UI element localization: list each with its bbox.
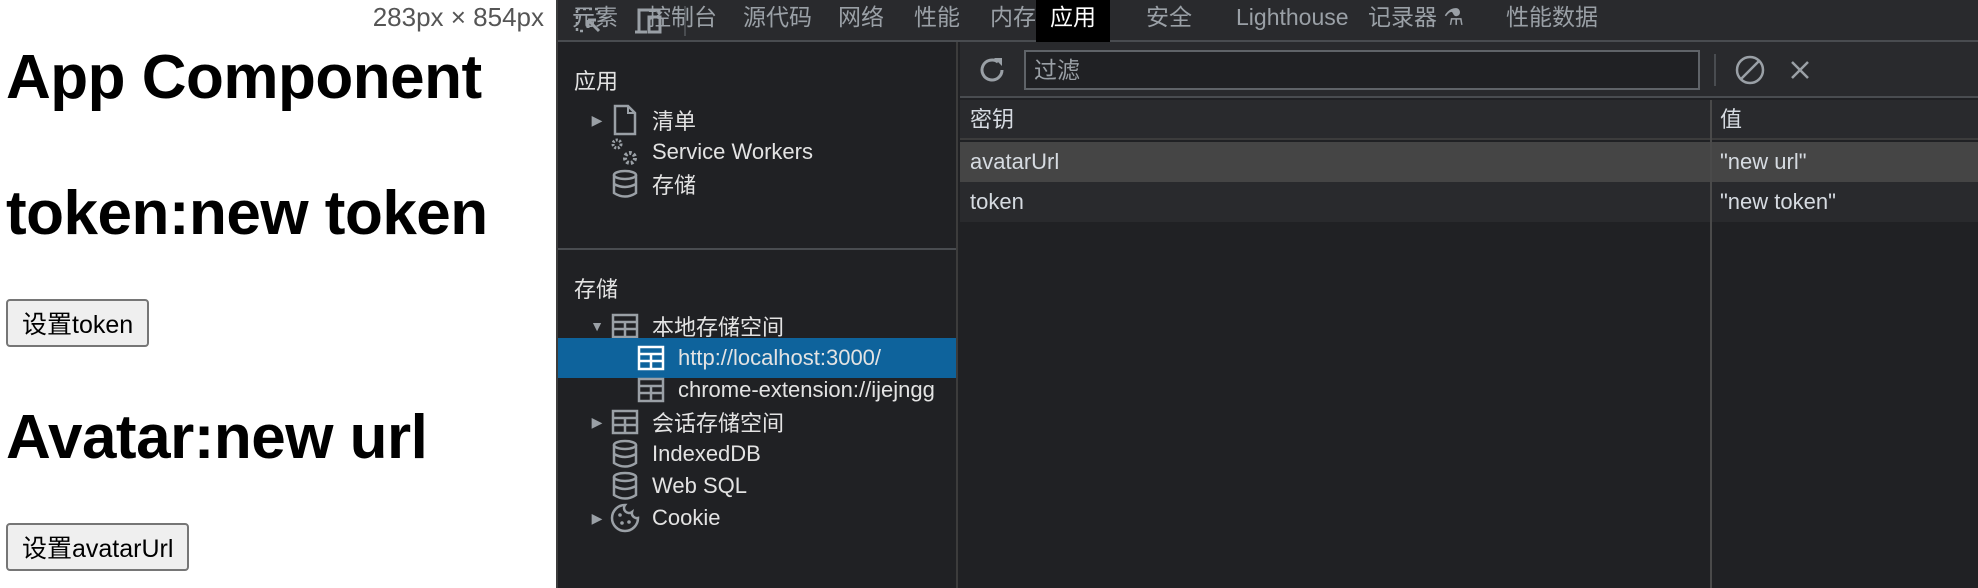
tab-0[interactable]: 元素 <box>558 0 632 42</box>
tab-3[interactable]: 网络 <box>824 0 898 42</box>
sidebar-item-label: IndexedDB <box>652 441 761 466</box>
expand-triangle-icon[interactable]: ▶ <box>590 112 604 129</box>
collapse-triangle-icon[interactable]: ▼ <box>590 318 604 334</box>
toolbar-divider <box>1714 54 1716 86</box>
set-token-button[interactable]: 设置token <box>6 299 150 347</box>
sidebar-item-cookie[interactable]: ▶ Cookie <box>558 498 956 538</box>
devtools-panel: 元素 控制台 源代码 网络 性能 内存 应用 安全 Lighthouse 记录器 ⚗ 性能数据 应用… <box>556 0 1978 588</box>
page-viewport: 283px × 854px App Component token:new to… <box>0 0 556 588</box>
filter-input[interactable] <box>1024 50 1700 90</box>
avatar-heading: Avatar:new url <box>6 403 428 472</box>
row-value[interactable]: "new token" <box>1710 182 1978 222</box>
storage-toolbar <box>960 42 1978 98</box>
cookie-icon <box>608 501 642 535</box>
table-row[interactable]: token "new token" <box>960 182 1978 222</box>
devtools-tab-bar: 元素 控制台 源代码 网络 性能 内存 应用 安全 Lighthouse 记录器 ⚗ 性能数据 <box>558 0 1978 42</box>
sidebar-item-label: Service Workers <box>652 139 813 164</box>
tab-2[interactable]: 源代码 <box>729 0 826 42</box>
column-divider[interactable] <box>1710 100 1712 588</box>
tab-10[interactable]: 性能数据 <box>1492 0 1612 42</box>
sidebar-item-label: Web SQL <box>652 473 747 498</box>
sidebar-item-label: http://localhost:3000/ <box>678 345 882 370</box>
column-header-value[interactable]: 值 <box>1710 100 1978 140</box>
delete-selected-icon[interactable] <box>1782 52 1818 88</box>
sidebar-item-label: Cookie <box>652 505 721 530</box>
sidebar-section-storage: 存储 <box>574 277 619 302</box>
app-title: App Component <box>6 43 482 112</box>
token-heading: token:new token <box>6 179 488 248</box>
refresh-icon[interactable] <box>974 52 1010 88</box>
column-header-key[interactable]: 密钥 <box>960 100 1710 140</box>
clear-all-icon[interactable] <box>1732 52 1768 88</box>
local-storage-view: 密钥 值 avatarUrl "new url" token "new toke… <box>960 42 1978 588</box>
tab-4[interactable]: 性能 <box>900 0 974 42</box>
tab-1[interactable]: 控制台 <box>634 0 731 42</box>
row-value[interactable]: "new url" <box>1710 142 1978 182</box>
application-sidebar: 应用 ▶ 清单 Service Workers 存储 存储 ▼ 本地存储空间 h… <box>558 42 958 588</box>
storage-data-grid: 密钥 值 avatarUrl "new url" token "new toke… <box>960 100 1978 588</box>
grid-header: 密钥 值 <box>960 100 1978 140</box>
viewport-dimension-readout: 283px × 854px <box>372 2 544 32</box>
row-key[interactable]: avatarUrl <box>960 142 1710 182</box>
database-icon <box>608 167 642 201</box>
tab-6[interactable]: 应用 <box>1036 0 1110 42</box>
row-key[interactable]: token <box>960 182 1710 222</box>
sidebar-item-label: 存储 <box>652 173 697 198</box>
sidebar-item-label: chrome-extension://ijejngg <box>678 377 935 402</box>
expand-triangle-icon[interactable]: ▶ <box>590 414 604 431</box>
sidebar-item-storage[interactable]: 存储 <box>558 164 956 204</box>
sidebar-divider <box>558 248 956 250</box>
tab-7[interactable]: 安全 <box>1132 0 1206 42</box>
table-row[interactable]: avatarUrl "new url" <box>960 142 1978 182</box>
sidebar-section-application: 应用 <box>574 69 619 94</box>
tab-8[interactable]: Lighthouse <box>1222 0 1363 42</box>
set-avatar-url-button[interactable]: 设置avatarUrl <box>6 523 190 571</box>
tab-9[interactable]: 记录器 ⚗ <box>1354 0 1478 42</box>
expand-triangle-icon[interactable]: ▶ <box>590 510 604 527</box>
